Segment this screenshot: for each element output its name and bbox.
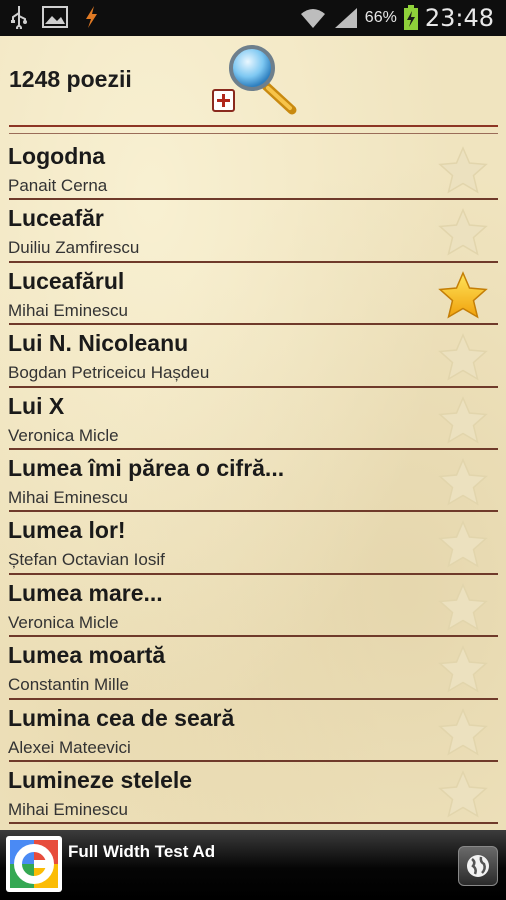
poem-author: Veronica Micle [8, 425, 119, 445]
list-item[interactable]: Logodna Panait Cerna [0, 138, 506, 201]
list-item[interactable]: Lumea moartă Constantin Mille [0, 637, 506, 700]
star-icon[interactable] [438, 333, 488, 381]
poem-title: Lui X [8, 392, 65, 419]
star-icon[interactable] [438, 770, 488, 818]
image-icon [42, 6, 68, 28]
star-icon[interactable] [438, 395, 488, 444]
usb-icon [11, 6, 27, 29]
row-divider [9, 822, 498, 825]
flash-icon [86, 6, 97, 28]
list-item[interactable]: Lui N. Nicoleanu Bogdan Petriceicu Hașde… [0, 325, 506, 388]
list-header: 1248 poezii [0, 36, 506, 136]
google-logo-icon [6, 836, 62, 892]
poem-author: Duiliu Zamfirescu [8, 238, 140, 258]
list-item[interactable]: Lumea lor! Ștefan Octavian Iosif [0, 512, 506, 575]
poem-title: Lumineze stelele [8, 766, 193, 793]
poem-title: Luceafărul [8, 267, 125, 294]
globe-button[interactable] [458, 846, 498, 886]
star-icon[interactable] [438, 645, 488, 693]
list-item[interactable]: Lui X Veronica Micle [0, 388, 506, 450]
list-item[interactable]: Lumina cea de seară Alexei Mateevici [0, 700, 506, 762]
poem-author: Ștefan Octavian Iosif [8, 550, 165, 570]
battery-charging-icon [403, 5, 418, 30]
star-favorite-icon[interactable] [438, 270, 488, 319]
poem-author: Veronica Micle [8, 612, 119, 632]
star-icon[interactable] [438, 520, 488, 568]
poem-author: Panait Cerna [8, 176, 108, 195]
poem-title: Lui N. Nicoleanu [8, 330, 189, 357]
header-divider-bottom [9, 133, 498, 134]
battery-percentage: 66% [364, 9, 397, 26]
signal-icon [334, 8, 357, 28]
poem-author: Mihai Eminescu [8, 487, 128, 507]
list-item[interactable]: Lumea îmi părea o cifră... Mihai Eminesc… [0, 450, 506, 513]
poem-list: Logodna Panait Cerna Luceafăr Duiliu Zam… [0, 138, 506, 825]
clock: 23:48 [424, 4, 494, 32]
poem-author: Constantin Mille [8, 675, 129, 695]
search-button[interactable] [210, 42, 306, 122]
magnifier-add-icon [212, 45, 297, 115]
poem-title: Luceafăr [8, 205, 104, 232]
star-icon[interactable] [438, 707, 488, 756]
poem-title: Lumea îmi părea o cifră... [8, 454, 285, 481]
globe-icon [467, 855, 489, 877]
list-item[interactable]: Luceafărul Mihai Eminescu [0, 263, 506, 326]
poem-list-screen: 1248 poezii Logodna Panait Cerna Luceafă… [0, 36, 506, 830]
wifi-icon [300, 9, 325, 28]
poem-title: Lumina cea de seară [8, 704, 235, 731]
star-icon[interactable] [438, 582, 488, 631]
star-icon[interactable] [438, 458, 488, 506]
poem-count: 1248 poezii [9, 66, 132, 92]
star-icon[interactable] [438, 208, 488, 256]
list-item[interactable]: Luceafăr Duiliu Zamfirescu [0, 200, 506, 263]
poem-title: Lumea lor! [8, 517, 126, 544]
poem-author: Alexei Mateevici [8, 737, 131, 757]
poem-author: Bogdan Petriceicu Hașdeu [8, 363, 210, 383]
header-divider-top [9, 125, 498, 127]
list-item[interactable]: Lumea mare... Veronica Micle [0, 575, 506, 638]
ad-text: Full Width Test Ad [68, 842, 216, 861]
ad-banner[interactable]: Full Width Test Ad [0, 830, 506, 900]
poem-author: Mihai Eminescu [8, 799, 128, 819]
poem-author: Mihai Eminescu [8, 300, 128, 320]
poem-title: Lumea moartă [8, 642, 166, 669]
poem-title: Lumea mare... [8, 579, 163, 606]
list-item[interactable]: Lumineze stelele Mihai Eminescu [0, 762, 506, 825]
star-icon[interactable] [438, 146, 488, 194]
poem-title: Logodna [8, 143, 106, 169]
status-bar: 66% 23:48 [0, 0, 506, 36]
